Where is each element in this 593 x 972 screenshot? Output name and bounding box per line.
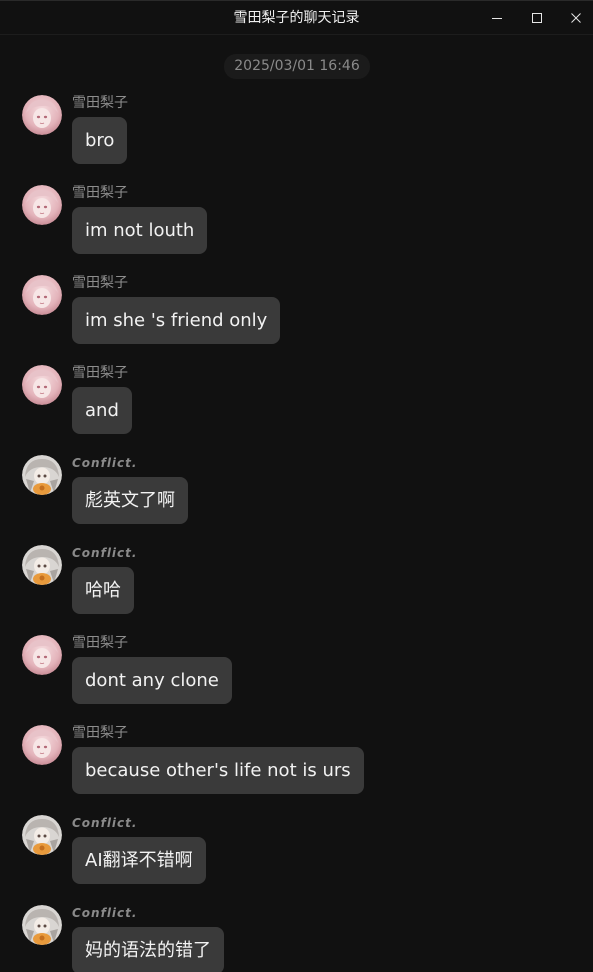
- message-item: 雪田梨子 and: [22, 365, 582, 455]
- minimize-icon: [492, 18, 502, 19]
- sender-name: 雪田梨子: [72, 365, 128, 381]
- close-icon: [571, 13, 581, 23]
- message-bubble[interactable]: 妈的语法的错了: [72, 927, 224, 972]
- message-bubble[interactable]: and: [72, 387, 132, 434]
- sender-name: 雪田梨子: [72, 275, 128, 291]
- message-bubble[interactable]: dont any clone: [72, 657, 232, 704]
- message-bubble[interactable]: im not louth: [72, 207, 208, 254]
- pink-hair-avatar[interactable]: [22, 95, 62, 135]
- message-bubble[interactable]: im she 's friend only: [72, 297, 281, 344]
- sender-name: 雪田梨子: [72, 635, 128, 651]
- pink-hair-avatar[interactable]: [22, 275, 62, 315]
- message-item: 雪田梨子 because other's life not is urs: [22, 725, 582, 815]
- message-item: 雪田梨子 dont any clone: [22, 635, 582, 725]
- minimize-button[interactable]: [477, 1, 517, 35]
- message-item: Conflict. 妈的语法的错了: [22, 905, 582, 972]
- sender-name: Conflict.: [72, 906, 138, 920]
- pink-hair-avatar[interactable]: [22, 185, 62, 225]
- message-item: 雪田梨子 im she 's friend only: [22, 275, 582, 365]
- silver-hair-avatar[interactable]: [22, 545, 62, 585]
- message-item: Conflict. AI翻译不错啊: [22, 815, 582, 905]
- pink-hair-avatar[interactable]: [22, 635, 62, 675]
- maximize-icon: [532, 13, 542, 23]
- pink-hair-avatar[interactable]: [22, 365, 62, 405]
- message-item: 雪田梨子 im not louth: [22, 185, 582, 275]
- sender-name: 雪田梨子: [72, 725, 128, 741]
- pink-hair-avatar[interactable]: [22, 725, 62, 765]
- sender-name: 雪田梨子: [72, 185, 128, 201]
- chat-history-window: 雪田梨子的聊天记录 2025/03/01 16:46 雪田梨子 bro 雪田梨子…: [0, 0, 593, 972]
- message-bubble[interactable]: 哈哈: [72, 567, 134, 614]
- silver-hair-avatar[interactable]: [22, 905, 62, 945]
- message-bubble[interactable]: because other's life not is urs: [72, 747, 364, 794]
- sender-name: Conflict.: [72, 546, 138, 560]
- message-item: Conflict. 彪英文了啊: [22, 455, 582, 545]
- message-item: 雪田梨子 bro: [22, 95, 582, 185]
- sender-name: Conflict.: [72, 456, 138, 470]
- message-bubble[interactable]: AI翻译不错啊: [72, 837, 206, 884]
- maximize-button[interactable]: [517, 1, 557, 35]
- sender-name: Conflict.: [72, 816, 138, 830]
- sender-name: 雪田梨子: [72, 95, 128, 111]
- message-bubble[interactable]: bro: [72, 117, 128, 164]
- message-item: Conflict. 哈哈: [22, 545, 582, 635]
- silver-hair-avatar[interactable]: [22, 455, 62, 495]
- date-separator: 2025/03/01 16:46: [224, 54, 370, 79]
- message-bubble[interactable]: 彪英文了啊: [72, 477, 188, 524]
- silver-hair-avatar[interactable]: [22, 815, 62, 855]
- title-bar: 雪田梨子的聊天记录: [0, 0, 593, 35]
- close-button[interactable]: [556, 1, 593, 35]
